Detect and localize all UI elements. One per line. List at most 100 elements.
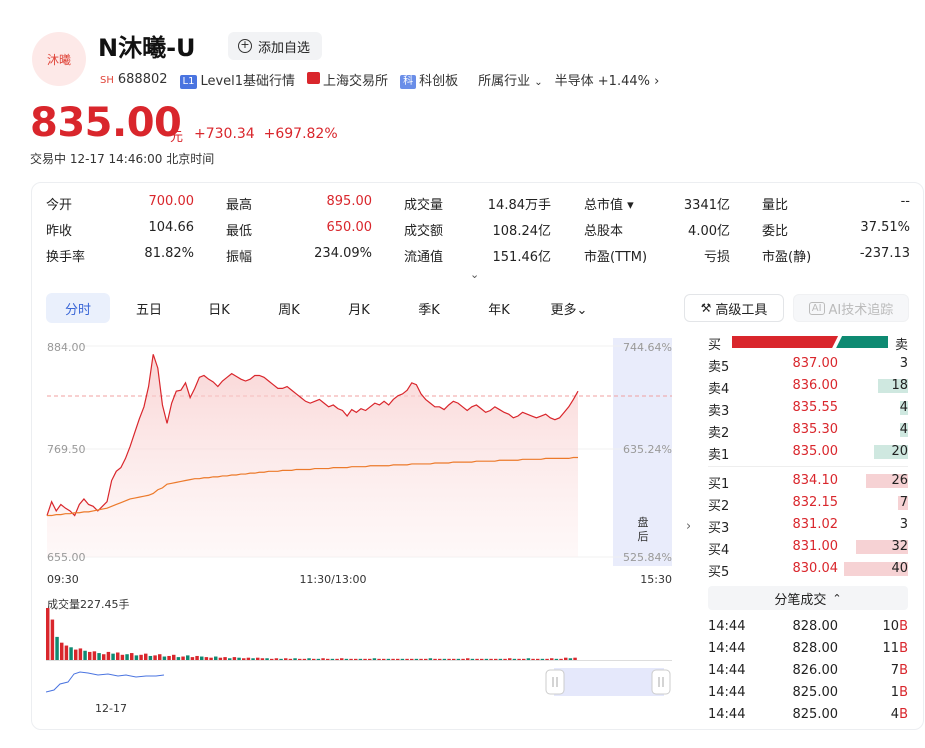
navigator-window[interactable] xyxy=(554,668,664,696)
navigator-date: 12-17 xyxy=(95,702,127,715)
level-label: 卖1 xyxy=(708,448,730,463)
level-price: 837.00 xyxy=(792,356,839,371)
ratio-bar xyxy=(732,336,888,348)
metric-value: -- xyxy=(900,194,910,209)
bid-row[interactable]: 买2 832.15 7 xyxy=(708,492,908,514)
metric-value: 700.00 xyxy=(148,194,195,209)
metrics-row: 今开 700.00 最高 895.00 成交量 14.84万手 总市值 ▾ 3341亿 量比 -- xyxy=(46,194,910,220)
trade-time: 14:44 xyxy=(708,641,746,656)
metric-label: 成交量 xyxy=(404,198,444,213)
metric-label: 换手率 xyxy=(46,250,86,265)
volume-bar xyxy=(116,652,120,660)
metric-label[interactable]: 总市值 ▾ xyxy=(584,194,634,213)
metric-value: 亏损 xyxy=(703,250,730,265)
level-label: 买1 xyxy=(708,477,730,492)
svg-text:盘: 盘 xyxy=(638,515,649,529)
volume-bar xyxy=(106,651,111,660)
tab-4[interactable]: 月K xyxy=(324,293,394,323)
trade-side: B xyxy=(899,685,908,700)
bid-row[interactable]: 买1 834.10 26 xyxy=(708,470,908,492)
metric-label: 市盈(TTM) xyxy=(584,250,648,265)
ask-row[interactable]: 卖5 837.00 3 xyxy=(708,353,908,375)
ask-row[interactable]: 卖1 835.00 20 xyxy=(708,441,908,463)
level1-tag[interactable]: L1 Level1基础行情 xyxy=(179,70,295,89)
level-volume: 4 xyxy=(899,400,908,415)
tab-6[interactable]: 年K xyxy=(464,293,534,323)
level-label: 买5 xyxy=(708,565,730,580)
trade-side: B xyxy=(899,619,908,634)
metric-label: 量比 xyxy=(762,198,789,213)
tab-5[interactable]: 季K xyxy=(394,293,464,323)
trades-toggle[interactable]: 分笔成交 ⌃ xyxy=(708,586,908,610)
level-volume: 3 xyxy=(899,356,908,371)
trade-price: 825.00 xyxy=(792,685,839,700)
trade-side: B xyxy=(899,663,908,678)
trade-price: 825.00 xyxy=(792,707,839,722)
volume-bar xyxy=(83,650,87,660)
bid-row[interactable]: 买4 831.00 32 xyxy=(708,536,908,558)
industry-dropdown[interactable]: 所属行业 ⌄ xyxy=(478,70,543,89)
y-tick-mid: 769.50 xyxy=(47,443,86,456)
tab-0[interactable]: 分时 xyxy=(46,293,110,323)
metric-value: 3341亿 xyxy=(683,198,730,213)
navigator-handle-left[interactable] xyxy=(545,669,565,695)
chart-tabs: 分时 五日 日K 周K 月K 季K 年K 更多⌄ xyxy=(46,293,604,323)
level-price: 834.10 xyxy=(792,473,839,488)
metrics-row: 昨收 104.66 最低 650.00 成交额 108.24亿 总股本 4.00亿 委比 37.5… xyxy=(46,220,910,246)
level1-badge-icon: L1 xyxy=(179,75,198,89)
y-pct-top: 744.64% xyxy=(623,341,672,354)
level-price: 835.30 xyxy=(792,422,839,437)
y-tick-top: 884.00 xyxy=(47,341,86,354)
x-tick-midday: 11:30/13:00 xyxy=(299,573,366,586)
volume-bar xyxy=(74,649,78,660)
level-volume: 26 xyxy=(891,473,908,488)
chevron-right-icon[interactable]: › xyxy=(686,519,690,534)
trade-row: 14:44 825.00 4B xyxy=(708,706,908,728)
level-price: 832.15 xyxy=(792,495,839,510)
volume-bar xyxy=(69,647,73,660)
trade-volume-value: 4 xyxy=(890,707,900,722)
level-price: 831.00 xyxy=(792,539,839,554)
metric-value: 37.51% xyxy=(860,220,910,235)
trade-volume-value: 1 xyxy=(890,685,900,700)
chevron-down-icon: ⌄ xyxy=(534,77,543,88)
board-tag[interactable]: 科科创板 xyxy=(400,70,458,89)
advanced-tools-button[interactable]: ⚒ 高级工具 xyxy=(684,294,784,322)
price-unit: 元 xyxy=(170,130,184,145)
metric-value: 108.24亿 xyxy=(492,224,552,239)
intraday-chart: 884.00 769.50 655.00 744.64% 635.24% 525… xyxy=(46,338,690,586)
bid-row[interactable]: 买5 830.04 40 xyxy=(708,558,908,580)
level-volume: 40 xyxy=(891,561,908,576)
level-label: 卖2 xyxy=(708,426,730,441)
tab-2[interactable]: 日K xyxy=(184,293,254,323)
exchange-tag[interactable]: 上海交易所 xyxy=(307,70,388,89)
ai-tracking-button[interactable]: AI AI技术追踪 xyxy=(793,294,909,322)
industry-link[interactable]: 半导体 +1.44% › xyxy=(555,70,660,89)
y-pct-mid: 635.24% xyxy=(623,443,672,456)
metric-label: 振幅 xyxy=(226,250,253,265)
metric-value: 895.00 xyxy=(326,194,373,209)
stock-tag-row: SH 688802 L1 Level1基础行情 上海交易所 科科创板 所属行业 ⌄ … xyxy=(100,70,659,89)
trades-list: 14:44 828.00 10B 14:44 828.00 11B 14:44 826.00 7… xyxy=(708,618,908,728)
x-tick-open: 09:30 xyxy=(47,573,79,586)
add-watchlist-button[interactable]: + 添加自选 xyxy=(228,32,323,60)
expand-metrics-icon[interactable]: ⌄ xyxy=(470,268,479,281)
stock-code: SH 688802 xyxy=(100,72,168,87)
chevron-up-icon: ⌃ xyxy=(832,591,842,605)
range-navigator[interactable] xyxy=(46,664,672,700)
metric-value: 14.84万手 xyxy=(487,198,551,213)
ask-row[interactable]: 卖4 836.00 18 xyxy=(708,375,908,397)
bid-row[interactable]: 买3 831.02 3 xyxy=(708,514,908,536)
navigator-handle-right[interactable] xyxy=(651,669,671,695)
tab-3[interactable]: 周K xyxy=(254,293,324,323)
tab-1[interactable]: 五日 xyxy=(114,293,184,323)
market-tag: SH xyxy=(100,75,114,86)
level-label: 卖4 xyxy=(708,382,730,397)
ask-row[interactable]: 卖3 835.55 4 xyxy=(708,397,908,419)
tab-7[interactable]: 更多⌄ xyxy=(534,293,604,323)
metric-label: 昨收 xyxy=(46,224,73,239)
trade-volume-value: 7 xyxy=(890,663,900,678)
level-volume: 32 xyxy=(891,539,908,554)
ask-row[interactable]: 卖2 835.30 4 xyxy=(708,419,908,441)
trade-price: 828.00 xyxy=(792,641,839,656)
